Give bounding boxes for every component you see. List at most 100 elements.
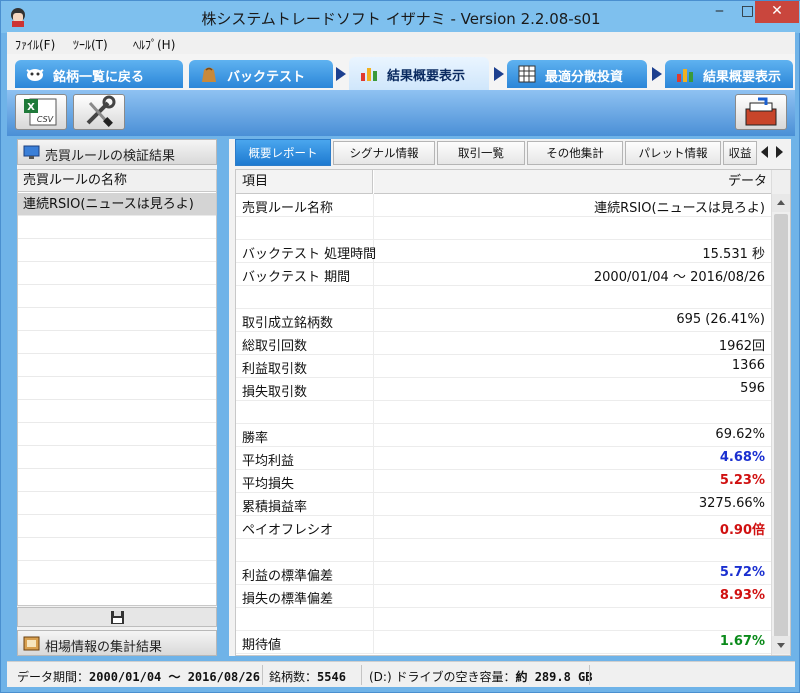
- tab-scroll-left-icon[interactable]: [761, 146, 768, 158]
- table-row[interactable]: [236, 539, 771, 562]
- row-value: 連続RSIO(ニュースは見ろよ): [594, 201, 765, 216]
- minimize-button[interactable]: ‒: [706, 1, 733, 23]
- menu-file[interactable]: ﾌｧｲﾙ(F): [15, 36, 55, 53]
- tab-backtest[interactable]: バックテスト: [189, 60, 333, 88]
- list-item: [18, 285, 216, 308]
- table-row[interactable]: [236, 286, 771, 309]
- tab-scroll-right-icon[interactable]: [776, 146, 783, 158]
- status-drive-space: (D:) ドライブの空き容量：約 289.8 GB: [369, 668, 593, 685]
- row-key: バックテスト 期間: [242, 270, 351, 285]
- main-nav: 銘柄一覧に戻る バックテスト 結果概要表示 最適分散投資 結果概要表示: [7, 54, 795, 90]
- table-row[interactable]: 損失取引数 596: [236, 378, 771, 401]
- table-row[interactable]: 総取引回数 1962回: [236, 332, 771, 355]
- tab-back-to-list[interactable]: 銘柄一覧に戻る: [15, 60, 183, 88]
- market-section-header[interactable]: 相場情報の集計結果: [17, 630, 217, 656]
- rules-section-header[interactable]: 売買ルールの検証結果: [17, 139, 217, 165]
- row-value: 15.531 秒: [702, 247, 765, 262]
- row-key: 損失取引数: [242, 385, 308, 400]
- row-value: 596: [740, 381, 765, 396]
- app-window: 株システムトレードソフト イザナミ - Version 2.2.08-s01 ‒…: [0, 0, 800, 693]
- status-period-value: 2000/01/04 ～ 2016/08/26: [89, 670, 260, 684]
- table-row[interactable]: 損失の標準偏差 8.93%: [236, 585, 771, 608]
- menu-tools[interactable]: ﾂｰﾙ(T): [73, 36, 108, 53]
- floppy-disk-icon: [111, 611, 124, 624]
- status-bar: データ期間：2000/01/04 ～ 2016/08/26 銘柄数：5546 (…: [7, 661, 795, 687]
- table-row[interactable]: [236, 401, 771, 424]
- grid-icon: [517, 64, 537, 84]
- open-folder-button[interactable]: [735, 94, 787, 130]
- list-item: [18, 400, 216, 423]
- table-row[interactable]: 平均利益 4.68%: [236, 447, 771, 470]
- title-bar[interactable]: 株システムトレードソフト イザナミ - Version 2.2.08-s01 ‒…: [1, 1, 800, 33]
- table-row[interactable]: 累積損益率 3275.66%: [236, 493, 771, 516]
- rules-section-title: 売買ルールの検証結果: [45, 149, 176, 164]
- list-item: [18, 262, 216, 285]
- row-key: 勝率: [242, 431, 269, 446]
- table-row[interactable]: 利益取引数 1366: [236, 355, 771, 378]
- table-row[interactable]: ペイオフレシオ 0.90倍: [236, 516, 771, 539]
- row-key: 利益取引数: [242, 362, 308, 377]
- row-key: 期待値: [242, 638, 282, 653]
- rule-list: 売買ルールの名称 連続RSIO(ニュースは見ろよ): [17, 169, 217, 606]
- save-button[interactable]: [17, 607, 217, 627]
- status-count-value: 5546: [317, 670, 346, 684]
- tab-result-summary-2[interactable]: 結果概要表示: [665, 60, 793, 88]
- tab-optimal-diversification[interactable]: 最適分散投資: [507, 60, 647, 88]
- list-item: [18, 308, 216, 331]
- subtab-profit[interactable]: 収益: [723, 141, 757, 165]
- column-header-item[interactable]: 項目: [236, 170, 373, 194]
- row-value: 69.62%: [715, 427, 765, 442]
- row-key: 平均利益: [242, 454, 295, 469]
- row-value: 4.68%: [719, 450, 765, 465]
- list-item[interactable]: 連続RSIO(ニュースは見ろよ): [18, 193, 216, 216]
- table-row[interactable]: 期待値 1.67%: [236, 631, 771, 654]
- table-row[interactable]: バックテスト 処理時間 15.531 秒: [236, 240, 771, 263]
- list-item: [18, 423, 216, 446]
- subtab-palette-info[interactable]: パレット情報: [625, 141, 721, 165]
- subtab-trade-list[interactable]: 取引一覧: [437, 141, 525, 165]
- subtab-other-stats[interactable]: その他集計: [527, 141, 623, 165]
- column-header-data[interactable]: データ: [374, 170, 771, 194]
- scroll-down-icon[interactable]: [772, 636, 790, 654]
- status-period-label: データ期間：: [17, 670, 90, 684]
- list-item: [18, 492, 216, 515]
- settings-tools-button[interactable]: [73, 94, 125, 130]
- table-row[interactable]: 勝率 69.62%: [236, 424, 771, 447]
- subtab-summary-report[interactable]: 概要レポート: [235, 139, 331, 166]
- report-table: 項目 データ 売買ルール名称 連続RSIO(ニュースは見ろよ) バックテスト 処理…: [235, 169, 791, 656]
- list-item: [18, 216, 216, 239]
- row-value: 1962回: [718, 339, 765, 354]
- tab-result-summary[interactable]: 結果概要表示: [349, 57, 489, 90]
- excel-csv-icon: X CSV: [24, 98, 57, 126]
- table-row[interactable]: 利益の標準偏差 5.72%: [236, 562, 771, 585]
- row-value: 8.93%: [719, 588, 765, 603]
- table-row[interactable]: バックテスト 期間 2000/01/04 ～ 2016/08/26: [236, 263, 771, 286]
- table-row[interactable]: 売買ルール名称 連続RSIO(ニュースは見ろよ): [236, 194, 771, 217]
- row-value: 1.67%: [719, 634, 765, 649]
- tab-back-to-list-label: 銘柄一覧に戻る: [53, 70, 145, 85]
- export-csv-button[interactable]: X CSV: [15, 94, 67, 130]
- scroll-up-icon[interactable]: [772, 194, 790, 212]
- tab-backtest-label: バックテスト: [227, 70, 306, 85]
- row-value: 2000/01/04 ～ 2016/08/26: [593, 270, 765, 285]
- row-key: バックテスト 処理時間: [242, 247, 377, 262]
- close-button[interactable]: ✕: [755, 1, 799, 23]
- status-count-label: 銘柄数：: [269, 670, 318, 684]
- menu-help[interactable]: ﾍﾙﾌﾟ(H): [133, 36, 175, 53]
- menu-bar: ﾌｧｲﾙ(F) ﾂｰﾙ(T) ﾍﾙﾌﾟ(H): [7, 32, 795, 54]
- vertical-scrollbar[interactable]: [771, 170, 790, 655]
- table-row[interactable]: [236, 217, 771, 240]
- rule-list-column-header[interactable]: 売買ルールの名称: [18, 170, 216, 192]
- list-item: [18, 584, 216, 605]
- scroll-thumb[interactable]: [774, 214, 788, 644]
- subtab-signal-info[interactable]: シグナル情報: [333, 141, 435, 165]
- row-value: 0.90倍: [719, 523, 765, 538]
- row-key: 累積損益率: [242, 500, 308, 515]
- list-item: [18, 561, 216, 584]
- row-value: 3275.66%: [698, 496, 765, 511]
- table-row[interactable]: 平均損失 5.23%: [236, 470, 771, 493]
- table-row[interactable]: [236, 608, 771, 631]
- bar-chart-icon: [359, 63, 379, 83]
- left-panel: 売買ルールの検証結果 売買ルールの名称 連続RSIO(ニュースは見ろよ) 相場情…: [17, 139, 217, 656]
- table-row[interactable]: 取引成立銘柄数 695 (26.41%): [236, 309, 771, 332]
